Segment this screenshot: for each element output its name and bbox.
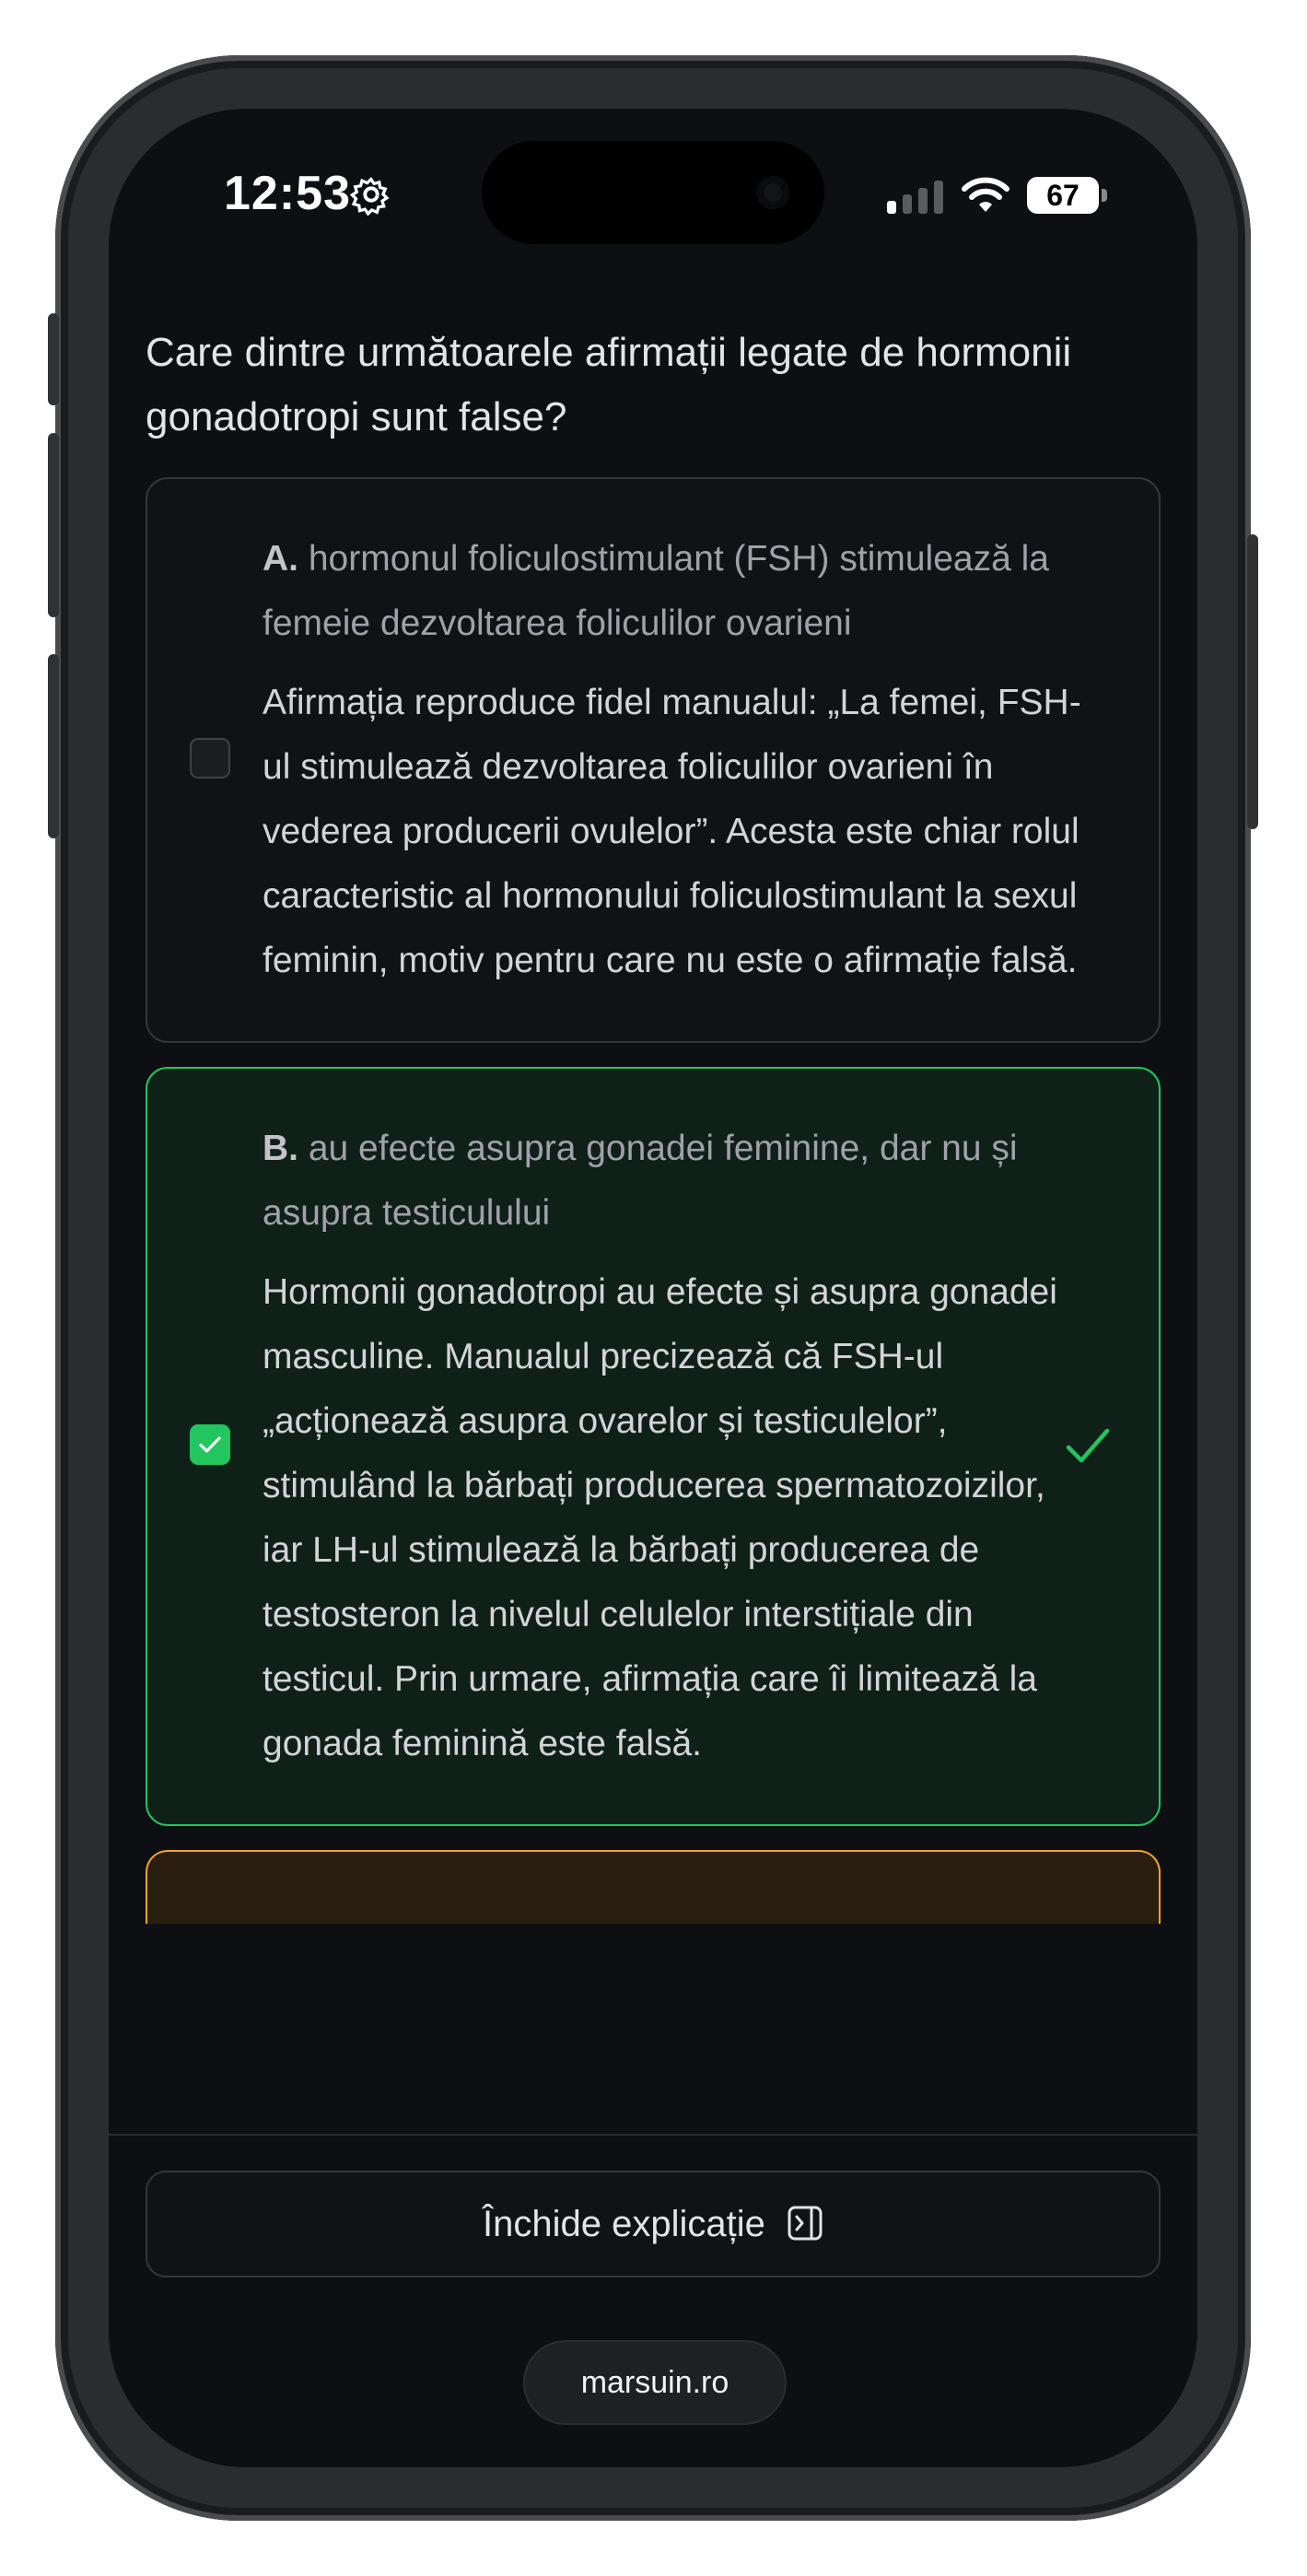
wifi-icon [962, 177, 1009, 212]
battery-icon: 67 [1027, 177, 1108, 214]
dynamic-island [482, 141, 824, 244]
volume-down-button [48, 654, 59, 838]
volume-up-button [48, 433, 59, 617]
checkmark-icon [1066, 1428, 1110, 1463]
browser-url: marsuin.ro [580, 2365, 729, 2400]
close-explanation-button[interactable]: Închide explicație [146, 2171, 1161, 2277]
option-a-explanation: Afirmația reproduce fidel manualul: „La … [263, 683, 1081, 980]
cellular-signal-icon [887, 181, 943, 214]
screen: 12:53 67 Care dintre următoarele afirmaț… [109, 109, 1197, 2467]
action-button [48, 313, 59, 405]
question-text: Care dintre următoarele afirmații legate… [146, 330, 1072, 439]
battery-level: 67 [1046, 179, 1079, 212]
gear-icon [350, 176, 390, 216]
quiz-content: Care dintre următoarele afirmații legate… [146, 321, 1161, 1948]
browser-url-bar[interactable]: marsuin.ro [523, 2340, 787, 2425]
close-explanation-label: Închide explicație [483, 2204, 765, 2244]
battery-cap [1102, 189, 1107, 202]
option-b-letter: B. [263, 1129, 298, 1168]
check-icon [199, 1436, 221, 1453]
option-b[interactable]: B. au efecte asupra gonadei feminine, da… [146, 1067, 1161, 1826]
camera-icon [756, 176, 789, 209]
option-b-title: B. au efecte asupra gonadei feminine, da… [263, 1117, 1081, 1246]
option-a-title: A. hormonul foliculostimulant (FSH) stim… [263, 527, 1081, 656]
option-c[interactable] [146, 1850, 1161, 1924]
option-b-checkbox[interactable] [190, 1424, 230, 1465]
option-a[interactable]: A. hormonul foliculostimulant (FSH) stim… [146, 477, 1161, 1043]
panel-collapse-icon [788, 2206, 823, 2241]
power-button [1247, 534, 1258, 829]
option-b-explanation: Hormonii gonadotropi au efecte și asupra… [263, 1272, 1057, 1763]
option-b-text: au efecte asupra gonadei feminine, dar n… [263, 1129, 1018, 1233]
option-a-text: hormonul foliculostimulant (FSH) stimule… [263, 539, 1049, 643]
status-time: 12:53 [224, 167, 351, 220]
option-a-letter: A. [263, 539, 298, 579]
bottom-bar: Închide explicație marsuin.ro [109, 2134, 1197, 2467]
option-a-checkbox[interactable] [190, 738, 230, 779]
